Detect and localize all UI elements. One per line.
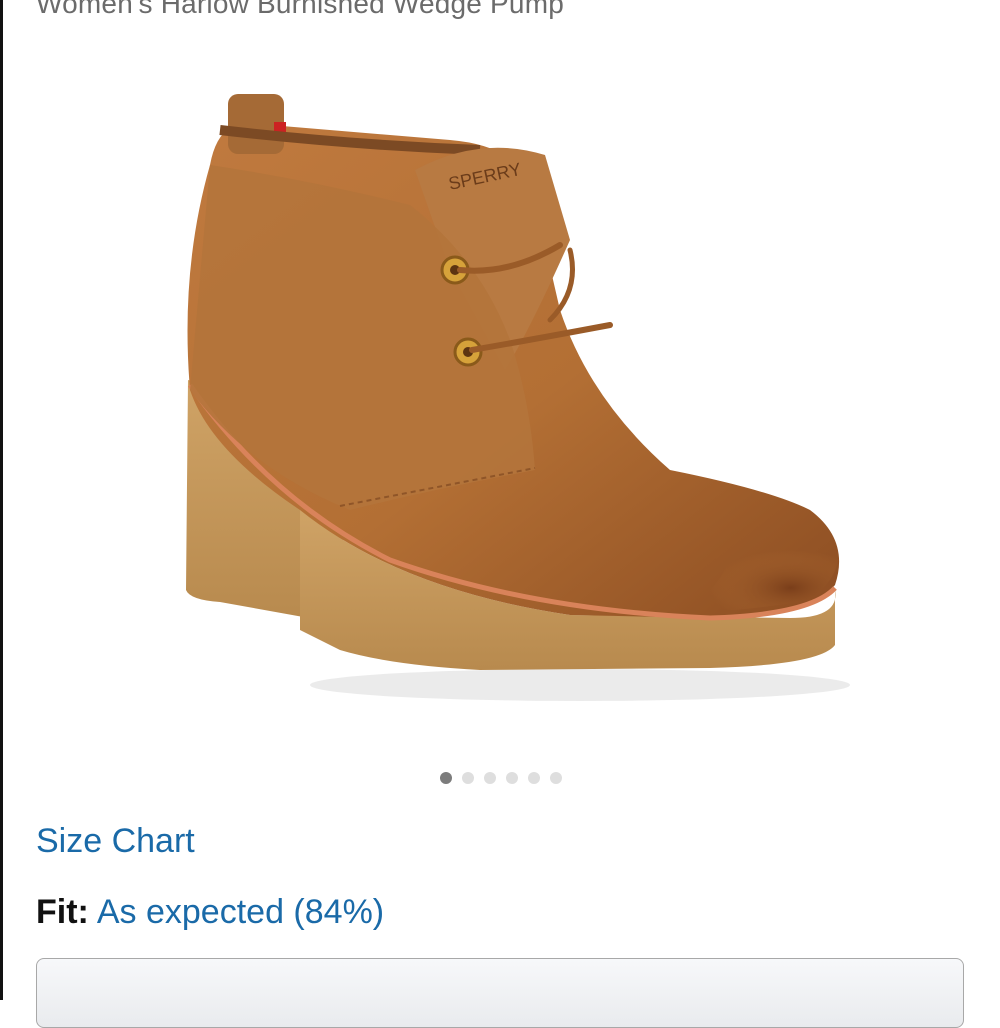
carousel-dot-active[interactable] bbox=[440, 772, 452, 784]
carousel-dot[interactable] bbox=[462, 772, 474, 784]
size-select-dropdown[interactable] bbox=[36, 958, 964, 1028]
size-chart-link[interactable]: Size Chart bbox=[36, 822, 195, 861]
carousel-dot[interactable] bbox=[506, 772, 518, 784]
carousel-dot[interactable] bbox=[528, 772, 540, 784]
screen-edge bbox=[0, 0, 3, 1000]
image-carousel-dots[interactable] bbox=[440, 772, 562, 784]
product-title: Women's Harlow Burnished Wedge Pump bbox=[36, 0, 564, 19]
fit-value-link[interactable]: As expected (84%) bbox=[97, 893, 384, 931]
product-image[interactable]: SPERRY bbox=[150, 70, 870, 710]
fit-row: Fit: As expected (84%) bbox=[36, 893, 384, 932]
carousel-dot[interactable] bbox=[484, 772, 496, 784]
fit-label: Fit: bbox=[36, 893, 89, 931]
carousel-dot[interactable] bbox=[550, 772, 562, 784]
